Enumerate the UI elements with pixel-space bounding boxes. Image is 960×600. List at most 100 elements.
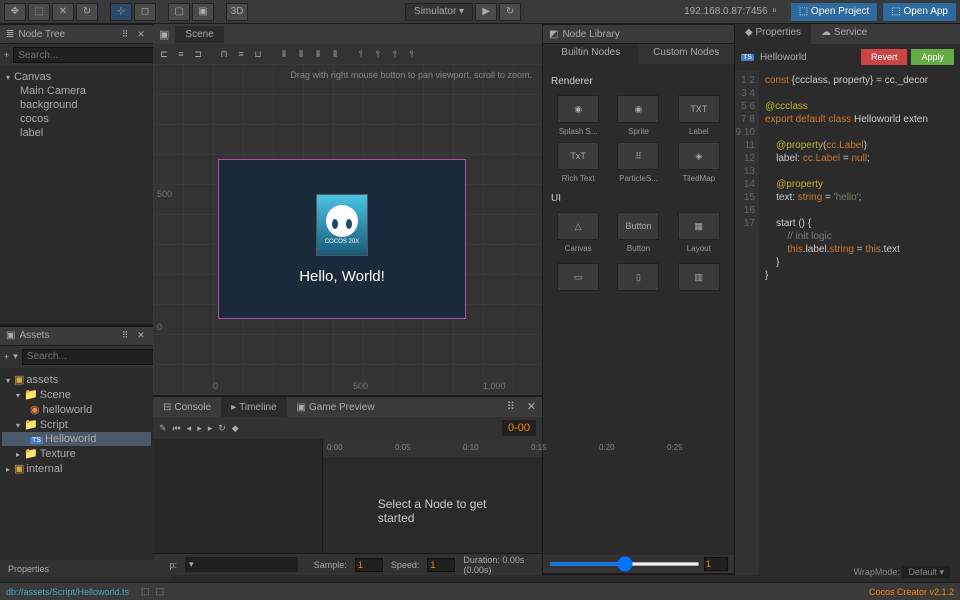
refresh-button[interactable]: ↻	[499, 3, 521, 21]
lib-renderer-2[interactable]: TXTLabel	[672, 95, 726, 136]
dist-7[interactable]: ⫯	[388, 47, 402, 61]
tl-edit[interactable]: ✎	[159, 423, 167, 434]
tl-next[interactable]: ▸	[208, 423, 213, 434]
custom-nodes-tab[interactable]: Custom Nodes	[639, 44, 735, 64]
tool-scale[interactable]: ✕	[52, 3, 74, 21]
assets-close-icon[interactable]: ✕	[135, 330, 147, 341]
lib-ui-1[interactable]: ButtonButton	[611, 212, 665, 253]
bottom-close-icon[interactable]: ✕	[521, 397, 542, 417]
tool-move[interactable]: ✥	[4, 3, 26, 21]
version-label: Cocos Creator v2.1.2	[869, 587, 954, 597]
properties-tab[interactable]: ◆ Properties	[735, 24, 811, 44]
align-3[interactable]: ⊐	[191, 47, 205, 61]
script-name: Helloworld	[760, 52, 857, 63]
assets-tree[interactable]: ▾▣assets ▾📁Scene ◉ helloworld ▾📁Script T…	[0, 368, 153, 576]
zoom-value[interactable]	[704, 557, 728, 571]
tl-first[interactable]: ⏮	[173, 423, 181, 434]
tool-anchor[interactable]: ⊹	[110, 3, 132, 21]
tree-main-camera[interactable]: Main Camera	[2, 84, 151, 98]
sample-input[interactable]	[355, 558, 383, 572]
lib-renderer-4[interactable]: ⠿ParticleS...	[611, 142, 665, 183]
tree-cocos[interactable]: cocos	[2, 112, 151, 126]
tool-3d[interactable]: 3D	[226, 3, 248, 21]
service-tab[interactable]: ☁ Service	[811, 24, 877, 44]
open-project-button[interactable]: ⬚ Open Project	[791, 3, 878, 21]
dist-3[interactable]: ⫴	[311, 47, 325, 61]
tab-timeline[interactable]: ▸ Timeline	[221, 397, 286, 417]
node-tree-search[interactable]	[13, 47, 155, 63]
lib-renderer-1[interactable]: ◉Sprite	[611, 95, 665, 136]
bottom-menu-icon[interactable]: ⠿	[501, 397, 521, 417]
lib-renderer-0[interactable]: ◉Splash S...	[551, 95, 605, 136]
wrapmode-select[interactable]: Default ▾	[902, 566, 950, 578]
tree-canvas[interactable]: ▾Canvas	[2, 70, 151, 84]
align-5[interactable]: ≡	[234, 47, 248, 61]
dist-8[interactable]: ⫯	[405, 47, 419, 61]
timeline-body[interactable]: 0:00 0:05 0:10 0:15 0:20 0:25 Select a N…	[323, 439, 542, 553]
tl-prev[interactable]: ◂	[187, 423, 192, 434]
builtin-nodes-tab[interactable]: Builtin Nodes	[543, 44, 639, 64]
lib-extra-1[interactable]: ▭	[551, 263, 605, 291]
tool-gizmo-a[interactable]: ▢	[168, 3, 190, 21]
status-icon-a[interactable]: ⬚	[141, 586, 150, 597]
asset-helloworld-scene[interactable]: ◉ helloworld	[2, 402, 151, 417]
align-1[interactable]: ⊏	[157, 47, 171, 61]
canvas-frame[interactable]: COCOS 20X Hello, World!	[218, 159, 466, 319]
zoom-slider[interactable]	[549, 562, 700, 566]
add-asset-button[interactable]: +	[4, 352, 9, 362]
asset-filter-icon[interactable]: ▾	[13, 351, 18, 362]
apply-button[interactable]: Apply	[911, 49, 954, 65]
play-button[interactable]: ▶	[475, 3, 497, 21]
tool-local[interactable]: ◻	[134, 3, 156, 21]
align-2[interactable]: ≡	[174, 47, 188, 61]
lib-extra-2[interactable]: ▯	[611, 263, 665, 291]
lib-ui-0[interactable]: △Canvas	[551, 212, 605, 253]
dist-4[interactable]: ⫴	[328, 47, 342, 61]
asset-texture[interactable]: ▸📁Texture	[2, 446, 151, 461]
scene-tab[interactable]: Scene	[175, 26, 223, 43]
assets-search[interactable]	[22, 349, 164, 365]
node-tree-menu-icon[interactable]: ⠿	[119, 29, 131, 40]
clip-select[interactable]: ▾	[185, 557, 298, 572]
speed-input[interactable]	[427, 558, 455, 572]
lib-ui-2[interactable]: ▦Layout	[672, 212, 726, 253]
lib-renderer-3[interactable]: TxTRich Text	[551, 142, 605, 183]
nodelib-icon: ◩	[549, 29, 558, 40]
align-4[interactable]: ⊓	[217, 47, 231, 61]
tl-play[interactable]: ▸	[197, 423, 202, 434]
scene-viewport[interactable]: Drag with right mouse button to pan view…	[153, 64, 542, 395]
tool-rect[interactable]: ⬚	[28, 3, 50, 21]
asset-assets[interactable]: ▾▣assets	[2, 372, 151, 387]
open-app-button[interactable]: ⬚ Open App	[883, 3, 956, 21]
lib-renderer-5[interactable]: ◈TiledMap	[672, 142, 726, 183]
lib-extra-3[interactable]: ▥	[672, 263, 726, 291]
tool-rotate[interactable]: ↻	[76, 3, 98, 21]
assets-title: Assets	[19, 330, 115, 341]
revert-button[interactable]: Revert	[861, 49, 908, 65]
asset-helloworld-script[interactable]: TSHelloworld	[2, 432, 151, 446]
tree-background[interactable]: background	[2, 98, 151, 112]
dist-1[interactable]: ⫴	[277, 47, 291, 61]
tree-label[interactable]: label	[2, 126, 151, 140]
asset-scene[interactable]: ▾📁Scene	[2, 387, 151, 402]
code-editor[interactable]: 1 2 3 4 5 6 7 8 9 10 11 12 13 14 15 16 1…	[735, 70, 960, 575]
tl-key[interactable]: ◆	[232, 423, 239, 434]
node-tree-close-icon[interactable]: ✕	[135, 29, 147, 40]
node-tree[interactable]: ▾Canvas Main Camera background cocos lab…	[0, 66, 153, 324]
tab-game-preview[interactable]: ▣ Game Preview	[287, 397, 385, 417]
tl-loop[interactable]: ↻	[218, 423, 226, 434]
tool-gizmo-b[interactable]: ▣	[192, 3, 214, 21]
tab-console[interactable]: ⊟ Console	[153, 397, 221, 417]
dist-5[interactable]: ⫯	[354, 47, 368, 61]
asset-internal[interactable]: ▸▣internal	[2, 461, 151, 476]
timeline-props-label: Properties	[0, 560, 170, 578]
add-node-button[interactable]: +	[4, 50, 9, 60]
status-icon-b[interactable]: ⬚	[156, 586, 165, 597]
dist-6[interactable]: ⫯	[371, 47, 385, 61]
asset-script[interactable]: ▾📁Script	[2, 417, 151, 432]
node-tree-title: Node Tree	[18, 29, 115, 40]
assets-menu-icon[interactable]: ⠿	[119, 330, 131, 341]
simulator-select[interactable]: Simulator ▾	[405, 3, 473, 21]
align-6[interactable]: ⊔	[251, 47, 265, 61]
dist-2[interactable]: ⫴	[294, 47, 308, 61]
